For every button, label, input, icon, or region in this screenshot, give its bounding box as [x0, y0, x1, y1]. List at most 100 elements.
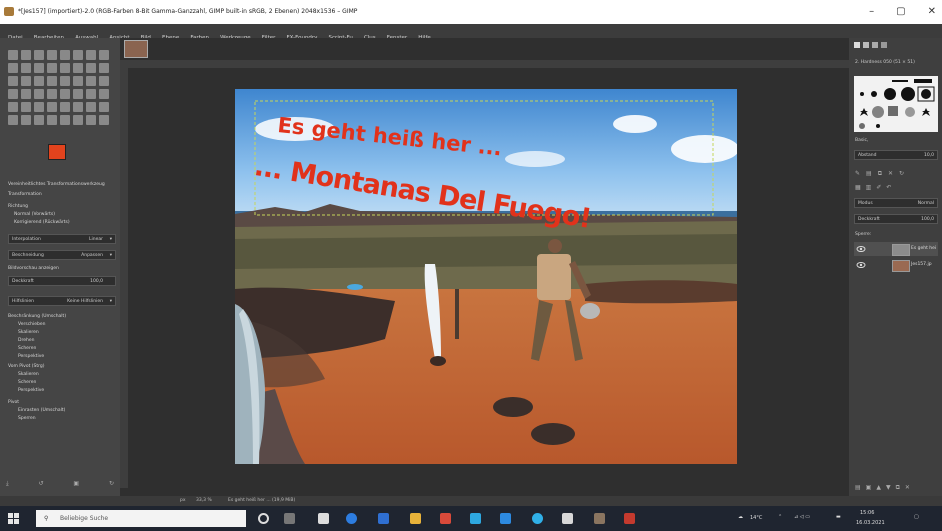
brush-grid[interactable] — [854, 76, 938, 132]
new-layer-icon[interactable]: ▤ — [855, 484, 861, 492]
tool-button-icon[interactable] — [99, 50, 109, 60]
duplicate-brush-icon[interactable]: ⧉ — [878, 170, 882, 178]
tool-button-icon[interactable] — [86, 102, 96, 112]
app-red-icon[interactable] — [440, 513, 451, 524]
delete-options-icon[interactable]: ▣ — [73, 480, 79, 490]
tool-button-icon[interactable] — [8, 63, 18, 73]
tool-button-icon[interactable] — [60, 115, 70, 125]
layer-row[interactable]: Es geht hei — [854, 242, 938, 256]
tool-button-icon[interactable] — [99, 63, 109, 73]
tool-button-icon[interactable] — [86, 89, 96, 99]
pivot-perspective-checkbox[interactable]: Perspektive — [18, 388, 44, 393]
paths-tab-icon[interactable]: ✐ — [876, 184, 881, 191]
browser-icon[interactable] — [532, 513, 543, 524]
zoom-select[interactable]: 33,3 % — [196, 496, 212, 506]
tool-button-icon[interactable] — [99, 89, 109, 99]
canvas-image[interactable]: Es geht heiß her ... ... Montanas Del Fu… — [235, 89, 737, 464]
new-brush-icon[interactable]: ▤ — [866, 170, 872, 178]
tool-button-icon[interactable] — [34, 63, 44, 73]
tool-button-icon[interactable] — [21, 63, 31, 73]
app-dark-red-icon[interactable] — [624, 513, 635, 524]
weather-icon[interactable]: ☁ — [738, 514, 743, 520]
interpolation-select[interactable]: Interpolation Linear ▾ — [8, 234, 116, 244]
tool-button-icon[interactable] — [60, 63, 70, 73]
pivot-scale-checkbox[interactable]: Skalieren — [18, 372, 39, 377]
file-explorer-icon[interactable] — [410, 513, 421, 524]
lower-layer-icon[interactable]: ▼ — [886, 484, 891, 492]
restore-options-icon[interactable]: ↺ — [39, 480, 44, 490]
cortana-icon[interactable] — [258, 513, 269, 524]
tool-button-icon[interactable] — [86, 50, 96, 60]
brush-spacing-slider[interactable]: Abstand 10,0 — [854, 150, 938, 160]
tool-button-icon[interactable] — [73, 76, 83, 86]
foreground-color-swatch[interactable] — [48, 144, 66, 160]
tool-button-icon[interactable] — [21, 89, 31, 99]
tool-button-icon[interactable] — [86, 76, 96, 86]
tool-button-icon[interactable] — [60, 50, 70, 60]
taskbar-search-box[interactable]: ⚲ Beliebige Suche — [36, 510, 246, 527]
tool-button-icon[interactable] — [73, 102, 83, 112]
pivot-snap-checkbox[interactable]: Einrasten (Umschalt) — [18, 408, 65, 413]
tool-button-icon[interactable] — [86, 115, 96, 125]
edit-brush-icon[interactable]: ✎ — [855, 170, 860, 178]
reset-options-icon[interactable]: ↻ — [109, 480, 114, 490]
constrain-rotate-checkbox[interactable]: Drehen — [18, 338, 34, 343]
tool-button-icon[interactable] — [47, 50, 57, 60]
task-view-icon[interactable] — [284, 513, 295, 524]
clock-date[interactable]: 16.03.2021 — [856, 520, 885, 526]
delete-brush-icon[interactable]: ✕ — [888, 170, 893, 178]
clock-time[interactable]: 15:06 — [860, 510, 874, 516]
tool-button-icon[interactable] — [47, 102, 57, 112]
channels-tab-icon[interactable]: ▥ — [866, 184, 872, 191]
close-button[interactable]: ✕ — [928, 0, 936, 24]
constrain-perspective-checkbox[interactable]: Perspektive — [18, 354, 44, 359]
delete-layer-icon[interactable]: ✕ — [905, 484, 910, 492]
eye-icon[interactable] — [856, 260, 866, 270]
clipping-select[interactable]: Beschneidung Anpassen ▾ — [8, 250, 116, 260]
tool-button-icon[interactable] — [8, 50, 18, 60]
patterns-tab-icon[interactable] — [863, 42, 869, 48]
eye-icon[interactable] — [856, 244, 866, 254]
tool-button-icon[interactable] — [47, 63, 57, 73]
network-icon[interactable]: ▬ — [836, 514, 841, 520]
tray-chevron-icon[interactable]: ⌃ — [778, 514, 782, 520]
tool-button-icon[interactable] — [60, 102, 70, 112]
tool-button-icon[interactable] — [86, 63, 96, 73]
tool-button-icon[interactable] — [8, 115, 18, 125]
constrain-shear-checkbox[interactable]: Scheren — [18, 346, 36, 351]
tool-button-icon[interactable] — [73, 115, 83, 125]
pivot-lock-checkbox[interactable]: Sperren — [18, 416, 36, 421]
layer-row[interactable]: Jes157.jp — [854, 258, 938, 272]
direction-normal-radio[interactable]: Normal (Vorwärts) — [14, 212, 55, 217]
fonts-tab-icon[interactable] — [872, 42, 878, 48]
tool-button-icon[interactable] — [60, 76, 70, 86]
tool-button-icon[interactable] — [34, 50, 44, 60]
tray-icons[interactable]: ⊿ ◁ ▭ — [794, 514, 810, 520]
brushes-tab-icon[interactable] — [854, 42, 860, 48]
tool-button-icon[interactable] — [47, 115, 57, 125]
maximize-button[interactable]: ▢ — [896, 0, 905, 24]
tool-button-icon[interactable] — [34, 115, 44, 125]
tool-button-icon[interactable] — [73, 89, 83, 99]
show-preview-checkbox[interactable]: Bildvorschau anzeigen — [8, 266, 59, 271]
tool-button-icon[interactable] — [99, 115, 109, 125]
tool-button-icon[interactable] — [21, 102, 31, 112]
tool-button-icon[interactable] — [8, 102, 18, 112]
tool-button-icon[interactable] — [8, 76, 18, 86]
units-select[interactable]: px — [180, 496, 186, 506]
guides-select[interactable]: Hilfslinien Keine Hilfslinien ▾ — [8, 296, 116, 306]
layer-opacity-slider[interactable]: Deckkraft 100,0 — [854, 214, 938, 224]
word-icon[interactable] — [378, 513, 389, 524]
tool-button-icon[interactable] — [21, 115, 31, 125]
app-blue-icon[interactable] — [500, 513, 511, 524]
tool-button-icon[interactable] — [34, 102, 44, 112]
notification-icon[interactable]: ▢ — [914, 514, 919, 520]
layers-tab-icon[interactable]: ▦ — [855, 184, 861, 191]
mail-icon[interactable] — [470, 513, 481, 524]
pivot-shear-checkbox[interactable]: Scheren — [18, 380, 36, 385]
tool-button-icon[interactable] — [8, 89, 18, 99]
tool-button-icon[interactable] — [47, 76, 57, 86]
image-tab-thumbnail[interactable] — [124, 40, 148, 58]
duplicate-layer-icon[interactable]: ⧉ — [896, 484, 900, 492]
tool-button-icon[interactable] — [34, 76, 44, 86]
